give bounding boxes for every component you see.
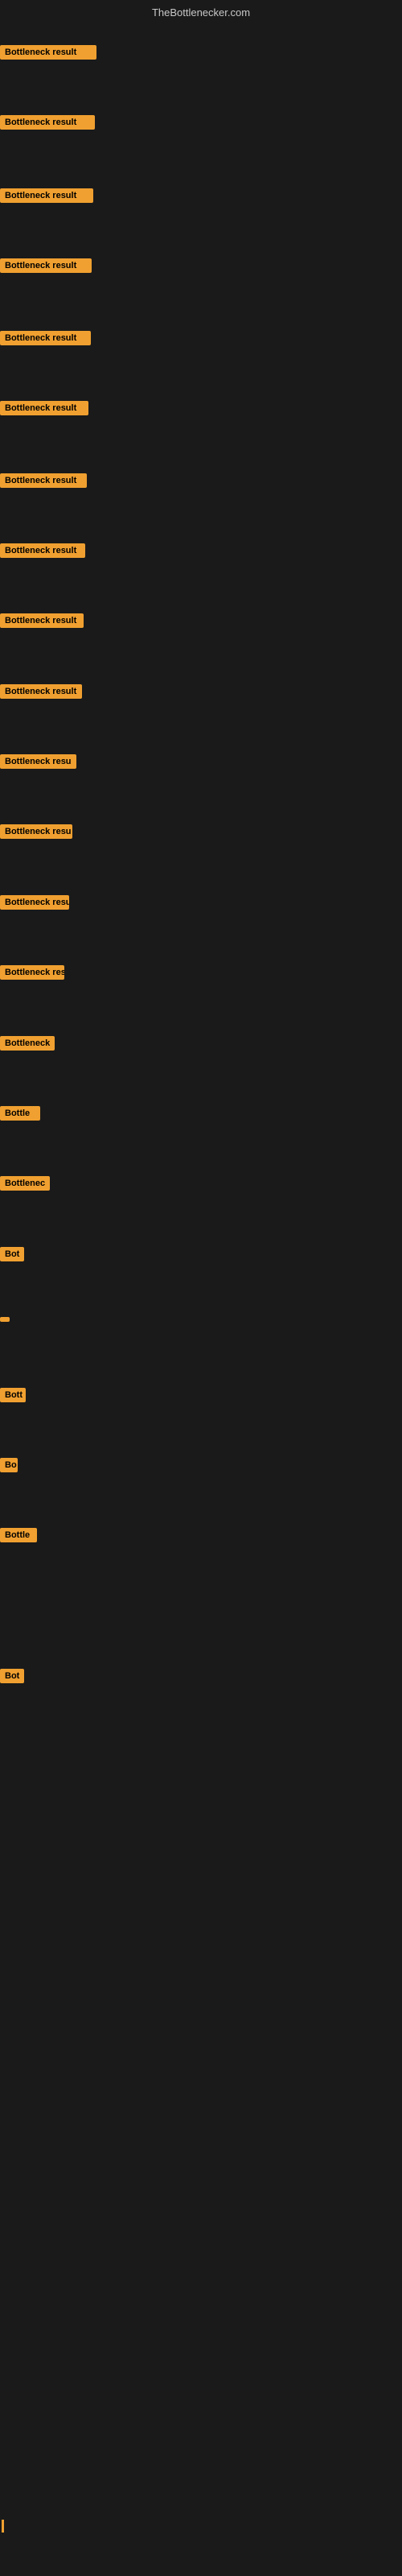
bottleneck-badge-4[interactable]: Bottleneck result: [0, 258, 92, 273]
bottleneck-badge-19[interactable]: [0, 1317, 10, 1322]
bottleneck-badge-12[interactable]: Bottleneck resu: [0, 824, 72, 839]
bottleneck-badge-10[interactable]: Bottleneck result: [0, 684, 82, 699]
bottleneck-badge-20[interactable]: Bott: [0, 1388, 26, 1402]
bottleneck-badge-22[interactable]: Bottle: [0, 1528, 37, 1542]
bottleneck-badge-9[interactable]: Bottleneck result: [0, 613, 84, 628]
bottleneck-badge-21[interactable]: Bo: [0, 1458, 18, 1472]
bottleneck-badge-14[interactable]: Bottleneck res: [0, 965, 64, 980]
cursor-35: [2, 2520, 4, 2533]
bottleneck-badge-3[interactable]: Bottleneck result: [0, 188, 93, 203]
bottleneck-badge-1[interactable]: Bottleneck result: [0, 45, 96, 60]
bottleneck-badge-8[interactable]: Bottleneck result: [0, 543, 85, 558]
bottleneck-badge-5[interactable]: Bottleneck result: [0, 331, 91, 345]
bottleneck-badge-17[interactable]: Bottlenec: [0, 1176, 50, 1191]
bottleneck-badge-15[interactable]: Bottleneck: [0, 1036, 55, 1051]
bottleneck-badge-7[interactable]: Bottleneck result: [0, 473, 87, 488]
bottleneck-badge-6[interactable]: Bottleneck result: [0, 401, 88, 415]
bottleneck-badge-18[interactable]: Bot: [0, 1247, 24, 1261]
bottleneck-badge-16[interactable]: Bottle: [0, 1106, 40, 1121]
bottleneck-badge-11[interactable]: Bottleneck resu: [0, 754, 76, 769]
bottleneck-badge-24[interactable]: Bot: [0, 1669, 24, 1683]
site-title: TheBottlenecker.com: [152, 6, 250, 19]
bottleneck-badge-2[interactable]: Bottleneck result: [0, 115, 95, 130]
bottleneck-badge-13[interactable]: Bottleneck resu: [0, 895, 69, 910]
